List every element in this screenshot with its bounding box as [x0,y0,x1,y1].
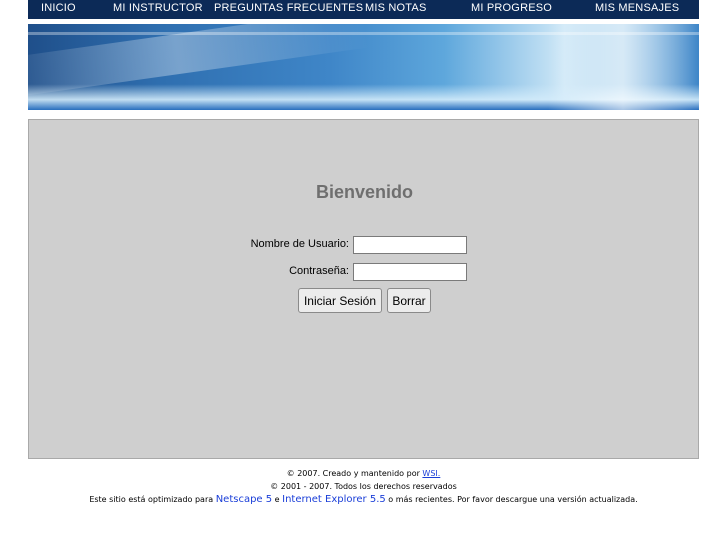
top-navigation: INICIO MI INSTRUCTOR PREGUNTAS FRECUENTE… [28,0,699,19]
login-panel: Bienvenido Nombre de Usuario: Contraseña… [28,119,699,459]
password-label: Contraseña: [289,265,349,277]
netscape-link[interactable]: Netscape 5 [216,494,272,505]
nav-item-mi-instructor[interactable]: MI INSTRUCTOR [113,2,203,14]
welcome-title: Bienvenido [315,182,413,202]
nav-item-mis-mensajes[interactable]: MIS MENSAJES [595,2,679,14]
internet-explorer-link[interactable]: Internet Explorer 5.5 [282,494,386,505]
nav-item-inicio[interactable]: INICIO [41,2,76,14]
footer-credits: © 2007. Creado y mantenido por WSI. [0,469,727,478]
username-label: Nombre de Usuario: [250,238,349,250]
wsi-link[interactable]: WSI. [422,469,440,478]
footer-conjunction: e [272,495,283,504]
username-field[interactable] [353,236,467,254]
nav-item-mis-notas[interactable]: MIS NOTAS [365,2,427,14]
footer-copyright: © 2001 - 2007. Todos los derechos reserv… [270,482,457,491]
nav-item-mi-progreso[interactable]: MI PROGRESO [471,2,552,14]
nav-item-preguntas-frecuentes[interactable]: PREGUNTAS FRECUENTES [214,2,363,14]
footer-browser-note: Este sitio está optimizado para Netscape… [0,494,727,505]
banner-streak [28,24,369,101]
footer-created-text: © 2007. Creado y mantenido por [286,469,423,478]
header-banner [28,24,699,110]
reset-button[interactable]: Borrar [387,288,431,313]
banner-highlight [548,24,698,110]
password-field[interactable] [353,263,467,281]
login-button[interactable]: Iniciar Sesión [298,288,382,313]
footer-recent-text: o más recientes. Por favor descargue una… [385,495,638,504]
footer-optimized-text: Este sitio está optimizado para [89,495,216,504]
